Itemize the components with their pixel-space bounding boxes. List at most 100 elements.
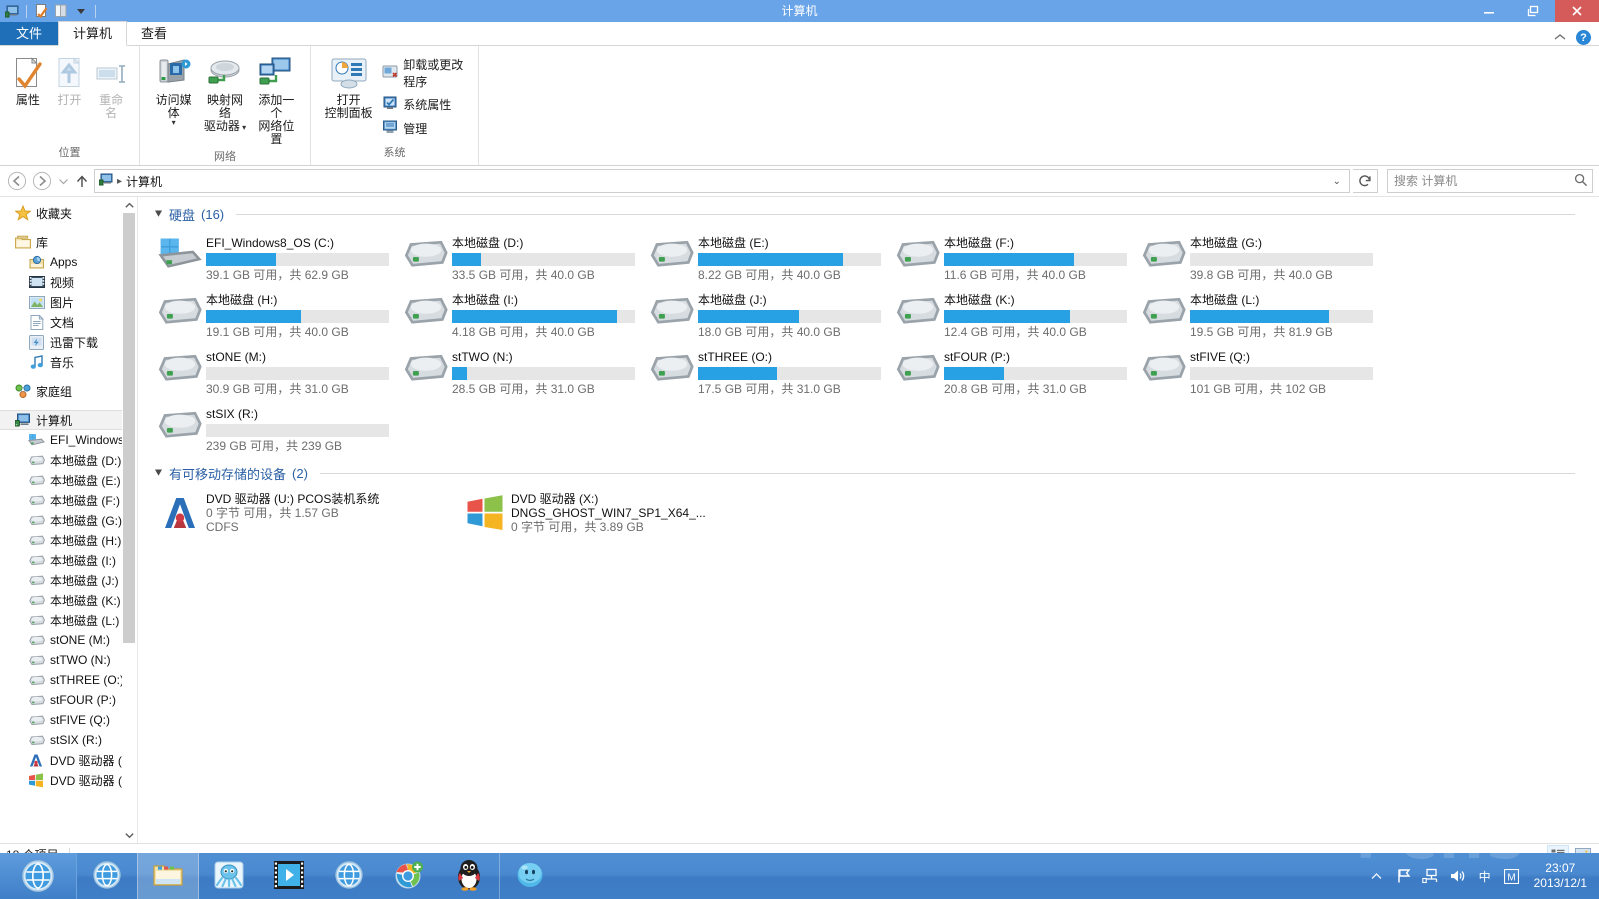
properties-button[interactable]: 属性 <box>8 52 48 110</box>
sidebar-item-17[interactable]: 本地磁盘 (J:) <box>0 570 137 590</box>
taskbar[interactable]: PCHS 中 M 23:07 2013/12/1 <box>0 853 1599 899</box>
sidebar-item-11[interactable]: 本地磁盘 (D:) <box>0 450 137 470</box>
taskbar-item-internet-explorer[interactable] <box>77 853 137 899</box>
window-controls[interactable] <box>1467 0 1599 22</box>
drive-tile[interactable]: stFOUR (P:) 20.8 GB 可用，共 31.0 GB <box>892 342 1138 399</box>
drive-tile[interactable]: DVD 驱动器 (X:) DNGS_GHOST_WIN7_SP1_X64_... 0… <box>459 487 779 547</box>
ribbon-tab-right-controls[interactable]: ? <box>1554 30 1599 45</box>
system-properties-button[interactable]: 系统属性 <box>382 95 470 114</box>
sidebar-scrollbar[interactable] <box>122 197 137 843</box>
taskbar-item-file-explorer[interactable] <box>137 853 199 899</box>
sidebar-item-0[interactable]: 收藏夹 <box>0 203 137 223</box>
access-media-button[interactable]: 访问媒体 ▾ <box>148 52 199 129</box>
quick-access-toolbar[interactable] <box>0 0 99 22</box>
taskbar-item-octopus-app[interactable] <box>199 853 259 899</box>
uninstall-program-button[interactable]: 卸载或更改程序 <box>382 56 470 90</box>
scroll-up-arrow[interactable] <box>122 197 137 213</box>
action-center-flag-icon[interactable] <box>1395 867 1413 885</box>
address-field[interactable]: ▸ 计算机 ⌄ <box>94 169 1350 193</box>
drive-tile[interactable]: 本地磁盘 (F:) 11.6 GB 可用，共 40.0 GB <box>892 228 1138 285</box>
drive-tile[interactable]: stFIVE (Q:) 101 GB 可用，共 102 GB <box>1138 342 1384 399</box>
sidebar-item-5[interactable]: 文档 <box>0 312 137 332</box>
search-icon[interactable] <box>1574 173 1588 190</box>
sidebar-item-4[interactable]: 图片 <box>0 292 137 312</box>
group-header-0[interactable]: 硬盘 (16) <box>138 197 1599 228</box>
sidebar-item-7[interactable]: 音乐 <box>0 352 137 372</box>
taskbar-item-browser-plus[interactable] <box>379 853 439 899</box>
sidebar-item-2[interactable]: Apps <box>0 252 137 272</box>
taskbar-item-internet-explorer-2[interactable] <box>319 853 379 899</box>
ribbon-tab-bar[interactable]: 文件 计算机 查看 ? <box>0 21 1599 46</box>
forward-button[interactable] <box>31 170 53 192</box>
scroll-thumb[interactable] <box>123 213 135 643</box>
open-button[interactable]: 打开 <box>50 52 90 110</box>
sidebar-item-19[interactable]: 本地磁盘 (L:) <box>0 610 137 630</box>
breadcrumb-computer[interactable]: 计算机 <box>126 173 162 190</box>
sidebar-item-27[interactable]: DVD 驱动器 (X:) <box>0 770 137 790</box>
tab-computer[interactable]: 计算机 <box>58 21 128 46</box>
drive-tile[interactable]: EFI_Windows8_OS (C:) 39.1 GB 可用，共 62.9 GB <box>154 228 400 285</box>
drive-tile[interactable]: 本地磁盘 (L:) 19.5 GB 可用，共 81.9 GB <box>1138 285 1384 342</box>
sidebar-item-15[interactable]: 本地磁盘 (H:) <box>0 530 137 550</box>
sidebar-item-21[interactable]: stTWO (N:) <box>0 650 137 670</box>
ime-mode-icon[interactable]: M <box>1503 867 1521 885</box>
sidebar-item-22[interactable]: stTHREE (O:) <box>0 670 137 690</box>
search-box[interactable] <box>1387 169 1593 193</box>
taskbar-item-media-player[interactable] <box>259 853 319 899</box>
file-list-pane[interactable]: 硬盘 (16) EFI_Windows8_OS (C:) 39.1 GB 可用，共 6… <box>138 197 1599 843</box>
drive-tile[interactable]: 本地磁盘 (D:) 33.5 GB 可用，共 40.0 GB <box>400 228 646 285</box>
drive-tile[interactable]: 本地磁盘 (G:) 39.8 GB 可用，共 40.0 GB <box>1138 228 1384 285</box>
computer-icon[interactable] <box>3 2 21 20</box>
group-collapse-icon[interactable] <box>154 210 163 220</box>
drive-tile[interactable]: 本地磁盘 (H:) 19.1 GB 可用，共 40.0 GB <box>154 285 400 342</box>
manage-button[interactable]: 管理 <box>382 119 470 138</box>
chevron-down-icon-2[interactable]: ▾ <box>240 123 246 132</box>
drive-tile[interactable]: stSIX (R:) 239 GB 可用，共 239 GB <box>154 399 400 456</box>
sidebar-item-20[interactable]: stONE (M:) <box>0 630 137 650</box>
drive-tile[interactable]: 本地磁盘 (E:) 8.22 GB 可用，共 40.0 GB <box>646 228 892 285</box>
sidebar-item-14[interactable]: 本地磁盘 (G:) <box>0 510 137 530</box>
drive-tile[interactable]: stTHREE (O:) 17.5 GB 可用，共 31.0 GB <box>646 342 892 399</box>
drive-tile[interactable]: 本地磁盘 (I:) 4.18 GB 可用，共 40.0 GB <box>400 285 646 342</box>
group-collapse-icon[interactable] <box>154 469 163 479</box>
taskbar-items[interactable] <box>77 853 560 899</box>
search-input[interactable] <box>1392 173 1574 189</box>
drive-tile[interactable]: stTWO (N:) 28.5 GB 可用，共 31.0 GB <box>400 342 646 399</box>
ime-chinese-icon[interactable]: 中 <box>1476 867 1494 885</box>
maximize-button[interactable] <box>1511 0 1555 22</box>
taskbar-clock[interactable]: 23:07 2013/12/1 <box>1530 861 1591 891</box>
group-header-1[interactable]: 有可移动存储的设备 (2) <box>138 456 1599 487</box>
show-hidden-icons-button[interactable] <box>1368 867 1386 885</box>
drive-tile[interactable]: DVD 驱动器 (U:) PCOS装机系统 0 字节 可用，共 1.57 GB CD… <box>154 487 459 547</box>
sidebar-item-26[interactable]: DVD 驱动器 (U:) <box>0 750 137 770</box>
sidebar-item-13[interactable]: 本地磁盘 (F:) <box>0 490 137 510</box>
dropdown-icon[interactable] <box>72 2 90 20</box>
open-control-panel-button[interactable]: 打开 控制面板 <box>319 52 378 123</box>
sidebar-item-18[interactable]: 本地磁盘 (K:) <box>0 590 137 610</box>
sidebar-item-23[interactable]: stFOUR (P:) <box>0 690 137 710</box>
history-dropdown-button[interactable] <box>56 170 70 192</box>
sidebar-item-6[interactable]: 迅雷下载 <box>0 332 137 352</box>
drive-tile[interactable]: stONE (M:) 30.9 GB 可用，共 31.0 GB <box>154 342 400 399</box>
rename-button[interactable]: 重命名 <box>91 52 131 123</box>
collapse-ribbon-icon[interactable] <box>1554 32 1566 44</box>
folder-icon[interactable] <box>52 2 70 20</box>
sidebar-item-9[interactable]: 计算机 <box>0 410 137 430</box>
navigation-pane[interactable]: 收藏夹库 Apps 视频 图片 文档 迅雷下载 音乐 家庭组 计算机 EFI_Windows8_(… <box>0 197 138 843</box>
system-tray[interactable]: 中 M 23:07 2013/12/1 <box>1368 853 1599 899</box>
taskbar-item-qq-messenger[interactable] <box>439 853 499 899</box>
sidebar-item-24[interactable]: stFIVE (Q:) <box>0 710 137 730</box>
sidebar-item-16[interactable]: 本地磁盘 (I:) <box>0 550 137 570</box>
close-button[interactable] <box>1555 0 1599 22</box>
start-button[interactable] <box>0 853 77 899</box>
sidebar-item-8[interactable]: 家庭组 <box>0 381 137 401</box>
scroll-down-arrow[interactable] <box>122 827 137 843</box>
scroll-track[interactable] <box>122 213 137 827</box>
chevron-down-icon[interactable]: ▾ <box>172 119 176 127</box>
sidebar-item-10[interactable]: EFI_Windows8_( <box>0 430 137 450</box>
up-button[interactable] <box>73 170 91 192</box>
help-icon[interactable]: ? <box>1576 30 1591 45</box>
drive-tile[interactable]: 本地磁盘 (K:) 12.4 GB 可用，共 40.0 GB <box>892 285 1138 342</box>
add-network-location-button[interactable]: 添加一个 网络位置 <box>251 52 302 149</box>
sidebar-item-3[interactable]: 视频 <box>0 272 137 292</box>
